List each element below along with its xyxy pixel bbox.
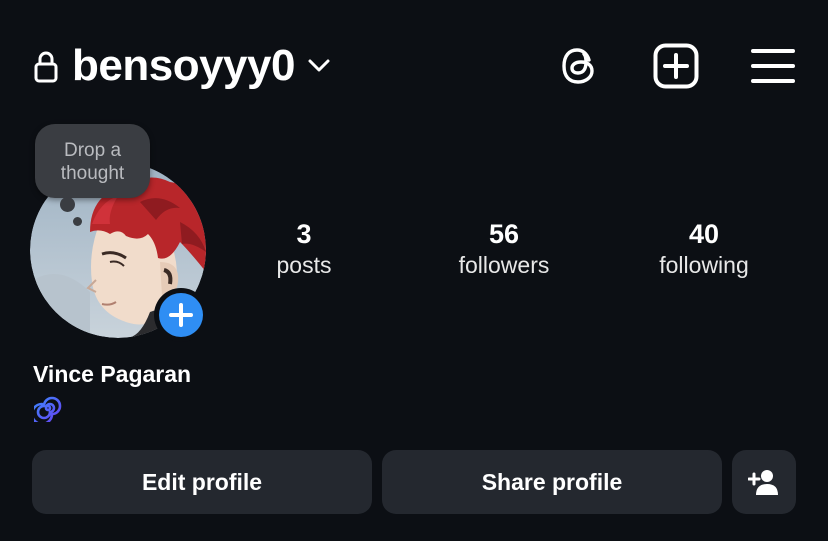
top-bar: bensoyyy0	[0, 0, 828, 130]
stat-following-label: following	[659, 252, 749, 278]
chevron-down-icon[interactable]	[306, 54, 332, 76]
stat-followers[interactable]: 56 followers	[434, 218, 574, 280]
stat-followers-count: 56	[488, 219, 520, 249]
spiral-icon	[34, 396, 62, 422]
create-post-icon[interactable]	[653, 43, 699, 89]
note-text: Drop a thought	[60, 140, 125, 184]
stat-posts-count: 3	[296, 219, 312, 249]
discover-people-button[interactable]	[732, 450, 796, 514]
note-bubble-tail-small	[73, 217, 82, 226]
stat-followers-label: followers	[458, 252, 550, 278]
account-username[interactable]: bensoyyy0	[72, 40, 295, 92]
note-bubble[interactable]: Drop a thought	[35, 124, 150, 198]
share-profile-button[interactable]: Share profile	[382, 450, 722, 514]
add-story-button-circle[interactable]	[159, 293, 203, 337]
menu-icon[interactable]	[751, 47, 795, 85]
add-story-button[interactable]	[154, 288, 208, 342]
plus-icon	[169, 303, 193, 327]
display-name: Vince Pagaran	[33, 361, 192, 387]
stat-following-count: 40	[688, 219, 720, 249]
note-bubble-tail	[60, 197, 75, 212]
stat-following[interactable]: 40 following	[634, 218, 774, 280]
edit-profile-button[interactable]: Edit profile	[32, 450, 372, 514]
add-person-icon	[748, 470, 778, 495]
stat-posts[interactable]: 3 posts	[244, 218, 364, 280]
lock-icon	[34, 51, 58, 83]
threads-icon[interactable]	[558, 44, 602, 88]
stat-posts-label: posts	[276, 252, 332, 278]
